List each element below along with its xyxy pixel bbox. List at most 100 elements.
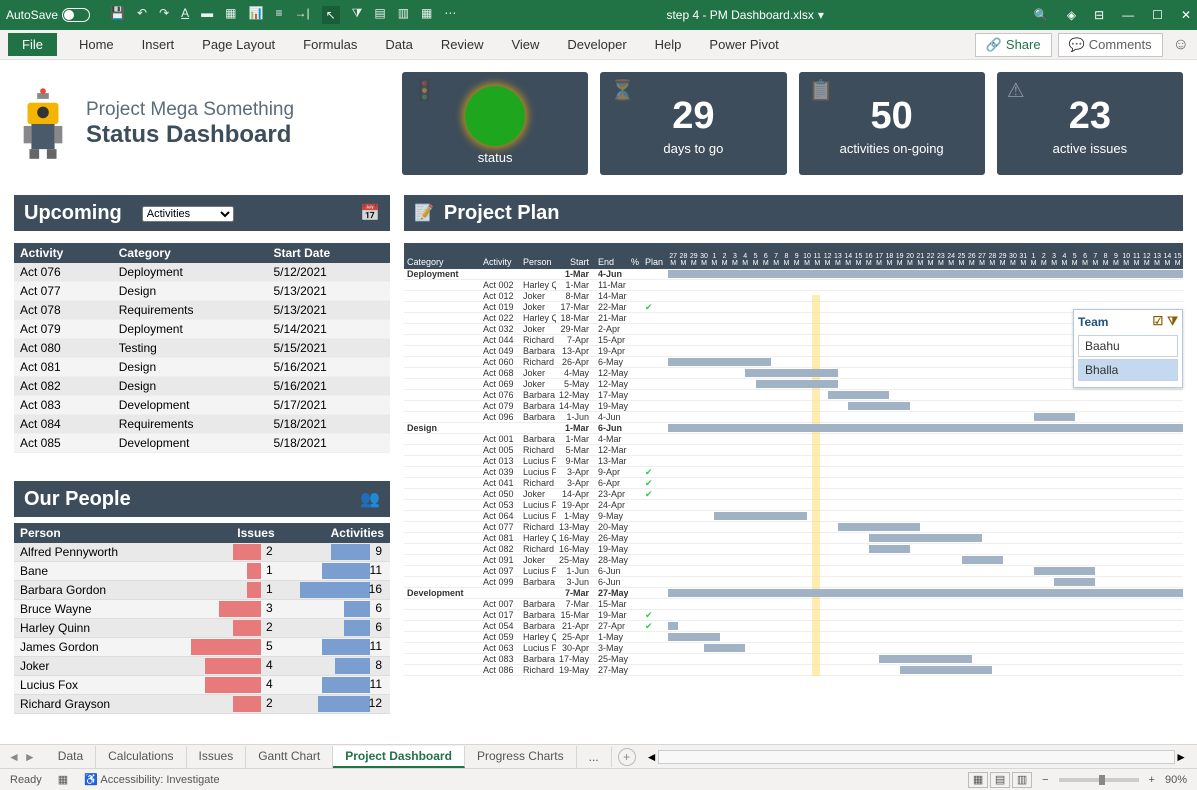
view-normal[interactable]: ▦	[968, 772, 988, 788]
table-row: Act 078Requirements5/13/2021	[14, 301, 390, 320]
hscroll-left[interactable]: ◄	[646, 750, 658, 764]
maximize-icon[interactable]: ☐	[1152, 8, 1163, 22]
ribbon-tab-help[interactable]: Help	[641, 33, 696, 56]
table-row: Act 083Development5/17/2021	[14, 396, 390, 415]
ribbon-tab-view[interactable]: View	[497, 33, 553, 56]
search-icon[interactable]: 🔍	[1034, 8, 1049, 22]
sheet-tab[interactable]: Data	[46, 746, 96, 768]
borders-icon[interactable]: ▦	[225, 6, 236, 24]
kpi-status: 🚦 status	[402, 72, 588, 175]
table-row: Act 081Design5/16/2021	[14, 358, 390, 377]
table-row: Barbara Gordon 1 16	[14, 581, 390, 600]
ribbon-options-icon[interactable]: ⊟	[1094, 8, 1104, 22]
view-layout[interactable]: ▤	[990, 772, 1010, 788]
ribbon-tab-page-layout[interactable]: Page Layout	[188, 33, 289, 56]
ribbon-tab-file[interactable]: File	[8, 33, 57, 56]
ribbon: File HomeInsertPage LayoutFormulasDataRev…	[0, 30, 1197, 60]
chart-icon[interactable]: 📊	[248, 6, 263, 24]
more-icon[interactable]: ⋯	[444, 6, 456, 24]
slicer-multiselect-icon[interactable]: ☑	[1153, 314, 1164, 329]
slicer-clear-icon[interactable]: ⧩	[1167, 314, 1178, 329]
hscroll-right[interactable]: ►	[1175, 750, 1187, 764]
table-row: Act 082Design5/16/2021	[14, 377, 390, 396]
ribbon-tab-data[interactable]: Data	[371, 33, 426, 56]
kpi-days: ⏳ 29 days to go	[600, 72, 786, 175]
gantt-row: Act 082 Richard Gr 16-May 19-May	[404, 544, 1183, 555]
sheet-nav-next[interactable]: ►	[24, 750, 36, 764]
font-color-icon[interactable]: A	[181, 6, 189, 24]
zoom-level[interactable]: 90%	[1165, 774, 1187, 786]
status-bar: Ready ▦ ♿ Accessibility: Investigate ▦ ▤…	[0, 768, 1197, 790]
zoom-slider[interactable]	[1059, 778, 1139, 782]
hscroll-track[interactable]	[658, 750, 1176, 764]
ribbon-tab-insert[interactable]: Insert	[128, 33, 189, 56]
close-icon[interactable]: ✕	[1181, 8, 1191, 22]
gantt-row: Act 076 Barbara G 12-May 17-May	[404, 390, 1183, 401]
sheet-tab[interactable]: Project Dashboard	[333, 746, 465, 768]
feedback-icon[interactable]: ☺	[1173, 36, 1189, 54]
grid3-icon[interactable]: ▦	[421, 6, 432, 24]
gantt-row: Act 019 Joker 17-Mar 22-Mar ✔	[404, 302, 1183, 313]
sheet-tab[interactable]: Progress Charts	[465, 746, 577, 768]
gantt-row: Act 063 Lucius Fox 30-Apr 3-May	[404, 643, 1183, 654]
ribbon-tab-developer[interactable]: Developer	[553, 33, 640, 56]
undo-icon[interactable]: ↶	[137, 6, 147, 24]
calendar-icon: 📅	[360, 203, 380, 223]
gantt-row: Development 7-Mar 27-May	[404, 588, 1183, 599]
plan-header: 📝 Project Plan	[404, 195, 1183, 231]
ribbon-tab-home[interactable]: Home	[65, 33, 128, 56]
gantt-row: Act 054 Barbara G 21-Apr 27-Apr ✔	[404, 621, 1183, 632]
fill-color-icon[interactable]: ▬	[201, 6, 213, 24]
save-icon[interactable]: 💾	[110, 6, 125, 24]
table-row: Act 085Development5/18/2021	[14, 434, 390, 453]
hourglass-icon: ⏳	[610, 78, 635, 103]
view-break[interactable]: ▥	[1012, 772, 1032, 788]
diamond-icon[interactable]: ◈	[1067, 8, 1076, 22]
gantt-row: Act 001 Barbara G 1-Mar 4-Mar	[404, 434, 1183, 445]
macro-icon[interactable]: ▦	[58, 773, 68, 786]
upcoming-filter[interactable]: Activities	[142, 206, 234, 222]
slicer-option[interactable]: Baahu	[1078, 335, 1178, 357]
gantt-row: Act 097 Lucius Fox 1-Jun 6-Jun	[404, 566, 1183, 577]
sheet-more[interactable]: ...	[577, 747, 612, 767]
gantt-row: Act 017 Barbara G 15-Mar 19-Mar ✔	[404, 610, 1183, 621]
gantt-row: Act 013 Lucius Fox 9-Mar 13-Mar	[404, 456, 1183, 467]
title-bar: AutoSave 💾 ↶ ↷ A ▬ ▦ 📊 ≡ →| ↖ ⧩ ▤ ▥ ▦ ⋯ …	[0, 0, 1197, 30]
plan-icon: 📝	[414, 203, 434, 223]
comments-button[interactable]: 💬 Comments	[1058, 33, 1163, 57]
team-slicer[interactable]: Team ☑ ⧩ BaahuBhalla	[1073, 309, 1183, 388]
warning-icon: ⚠	[1007, 78, 1025, 103]
sheet-nav-prev[interactable]: ◄	[8, 750, 20, 764]
share-button[interactable]: 🔗 Share	[975, 33, 1052, 57]
minimize-icon[interactable]: —	[1122, 8, 1134, 22]
filter-icon[interactable]: ⧩	[352, 6, 363, 24]
sheet-tab[interactable]: Issues	[187, 746, 247, 768]
ribbon-tab-review[interactable]: Review	[427, 33, 498, 56]
accessibility[interactable]: ♿ Accessibility: Investigate	[84, 773, 219, 786]
align-icon[interactable]: ≡	[275, 6, 282, 24]
sheet-tab[interactable]: Gantt Chart	[246, 746, 333, 768]
zoom-out[interactable]: −	[1042, 774, 1048, 786]
gantt-row: Act 077 Richard Gr 13-May 20-May	[404, 522, 1183, 533]
status-ready: Ready	[10, 774, 42, 786]
autosave-toggle[interactable]: AutoSave	[6, 8, 90, 22]
redo-icon[interactable]: ↷	[159, 6, 169, 24]
gantt-row: Act 012 Joker 8-Mar 14-Mar	[404, 291, 1183, 302]
dashboard-title: Status Dashboard	[86, 121, 294, 149]
gantt-row: Deployment 1-Mar 4-Jun	[404, 269, 1183, 280]
sheet-tab[interactable]: Calculations	[96, 746, 186, 768]
status-indicator	[465, 86, 525, 146]
cursor-icon[interactable]: ↖	[322, 6, 340, 24]
ribbon-tab-power-pivot[interactable]: Power Pivot	[695, 33, 792, 56]
grid1-icon[interactable]: ▤	[374, 6, 385, 24]
clipboard-icon: 📋	[809, 78, 834, 103]
gantt-row: Act 044 Richard Gr 7-Apr 15-Apr	[404, 335, 1183, 346]
indent-icon[interactable]: →|	[294, 6, 309, 24]
table-row: Bane 1 11	[14, 562, 390, 581]
add-sheet[interactable]: +	[618, 748, 636, 766]
gantt-row: Act 059 Harley Qu 25-Apr 1-May	[404, 632, 1183, 643]
slicer-option[interactable]: Bhalla	[1078, 359, 1178, 381]
zoom-in[interactable]: +	[1149, 774, 1155, 786]
grid2-icon[interactable]: ▥	[398, 6, 409, 24]
ribbon-tab-formulas[interactable]: Formulas	[289, 33, 371, 56]
